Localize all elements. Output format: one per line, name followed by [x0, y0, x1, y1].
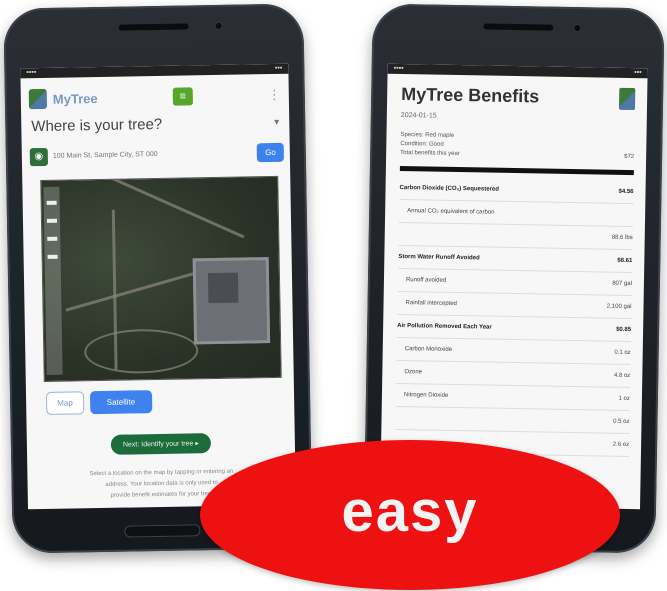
app-name: MyTree: [52, 90, 98, 107]
easy-badge: easy: [200, 440, 620, 590]
map-road: [78, 175, 245, 239]
receipt-line-value: $4.56: [618, 188, 634, 196]
next-step-button[interactable]: Next: Identify your tree ▸: [110, 433, 211, 455]
overflow-menu-icon[interactable]: ⋮: [268, 87, 281, 103]
receipt-line-label: Annual CO₂ equivalent of carbon: [407, 208, 495, 216]
meta-value: $72: [624, 153, 635, 161]
meta-label: Total benefits this year: [400, 149, 460, 158]
status-icons-right: ▪▪▪: [634, 69, 642, 77]
map-path-loop: [83, 328, 199, 375]
submit-row: Next: Identify your tree ▸: [26, 411, 295, 457]
receipt-line-label: Air Pollution Removed Each Year: [397, 322, 492, 331]
left-phone-screen: ▪▪▪▪ ▪▪▪ MyTree ≡ ⋮ Where is your tree? …: [20, 63, 296, 510]
receipt-line-label: Carbon Monoxide: [404, 346, 453, 353]
receipt-meta: Species: Red maple Condition: Good Total…: [400, 119, 635, 162]
front-camera: [572, 22, 583, 34]
receipt-line-value: 0.1 oz: [614, 349, 631, 357]
receipt-line-label: Nitrogen Dioxide: [403, 392, 449, 399]
go-button[interactable]: Go: [256, 142, 284, 163]
chevron-down-icon[interactable]: ▾: [274, 117, 279, 128]
benefits-receipt: MyTree Benefits 2024-01-15 Species: Red …: [381, 74, 648, 458]
nav-menu-button[interactable]: ≡: [172, 87, 193, 106]
receipt-line-value: 2,100 gal: [606, 303, 632, 311]
receipt-title: MyTree Benefits: [401, 84, 540, 107]
map-view-button[interactable]: Map: [45, 391, 84, 415]
satellite-view-button[interactable]: Satellite: [89, 390, 153, 415]
mytree-logo-icon: [28, 88, 48, 110]
receipt-line-value: $0.85: [616, 326, 632, 334]
front-camera: [213, 20, 224, 31]
zoom-in-icon[interactable]: [46, 200, 57, 205]
receipt-line-label: Storm Water Runoff Avoided: [398, 253, 480, 262]
receipt-line-value: 4.8 oz: [613, 372, 631, 380]
receipt-line-label: Runoff avoided: [405, 277, 447, 284]
speaker-grille: [118, 23, 189, 31]
status-icons-right: ▪▪▪: [274, 64, 283, 72]
map-control-icon[interactable]: [47, 254, 58, 259]
receipt-line-value: 0.5 oz: [613, 418, 630, 426]
mytree-logo-icon: [618, 87, 636, 111]
receipt-line-label: Rainfall intercepted: [405, 300, 457, 308]
map-zoom-controls[interactable]: [43, 186, 63, 375]
satellite-map[interactable]: [40, 175, 282, 383]
status-icons-left: ▪▪▪▪: [393, 64, 404, 73]
receipt-line-value: 807 gal: [612, 280, 632, 288]
receipt-line-value: 1 oz: [618, 395, 630, 403]
home-button: [124, 524, 201, 538]
app-header: MyTree ≡ ⋮: [20, 74, 289, 115]
receipt-line-label: Ozone: [404, 369, 423, 376]
zoom-out-icon[interactable]: [46, 218, 58, 223]
map-building-courtyard: [207, 272, 239, 304]
receipt-line-value: 2.6 oz: [612, 441, 630, 449]
page-question: Where is your tree?: [31, 115, 163, 136]
status-icons-left: ▪▪▪▪: [26, 69, 37, 77]
receipt-divider: [399, 165, 634, 176]
map-road: [65, 270, 201, 312]
location-pin-icon[interactable]: ◉: [29, 147, 49, 166]
receipt-line-value: $8.61: [617, 257, 633, 265]
receipt-line-value: 88.6 lbs: [611, 234, 633, 242]
receipt-line-label: Carbon Dioxide (CO₂) Sequestered: [399, 184, 499, 193]
scene: ▪▪▪▪ ▪▪▪ MyTree ≡ ⋮ Where is your tree? …: [0, 0, 667, 591]
map-control-icon[interactable]: [47, 236, 58, 241]
speaker-grille: [483, 23, 554, 31]
receipt-lines: Carbon Dioxide (CO₂) Sequestered $4.56 Ann…: [394, 176, 634, 458]
easy-badge-text: easy: [341, 478, 479, 544]
address-input[interactable]: [52, 144, 253, 165]
address-row: ◉ Go: [22, 135, 291, 171]
map-type-toggle: Map Satellite: [26, 378, 295, 416]
